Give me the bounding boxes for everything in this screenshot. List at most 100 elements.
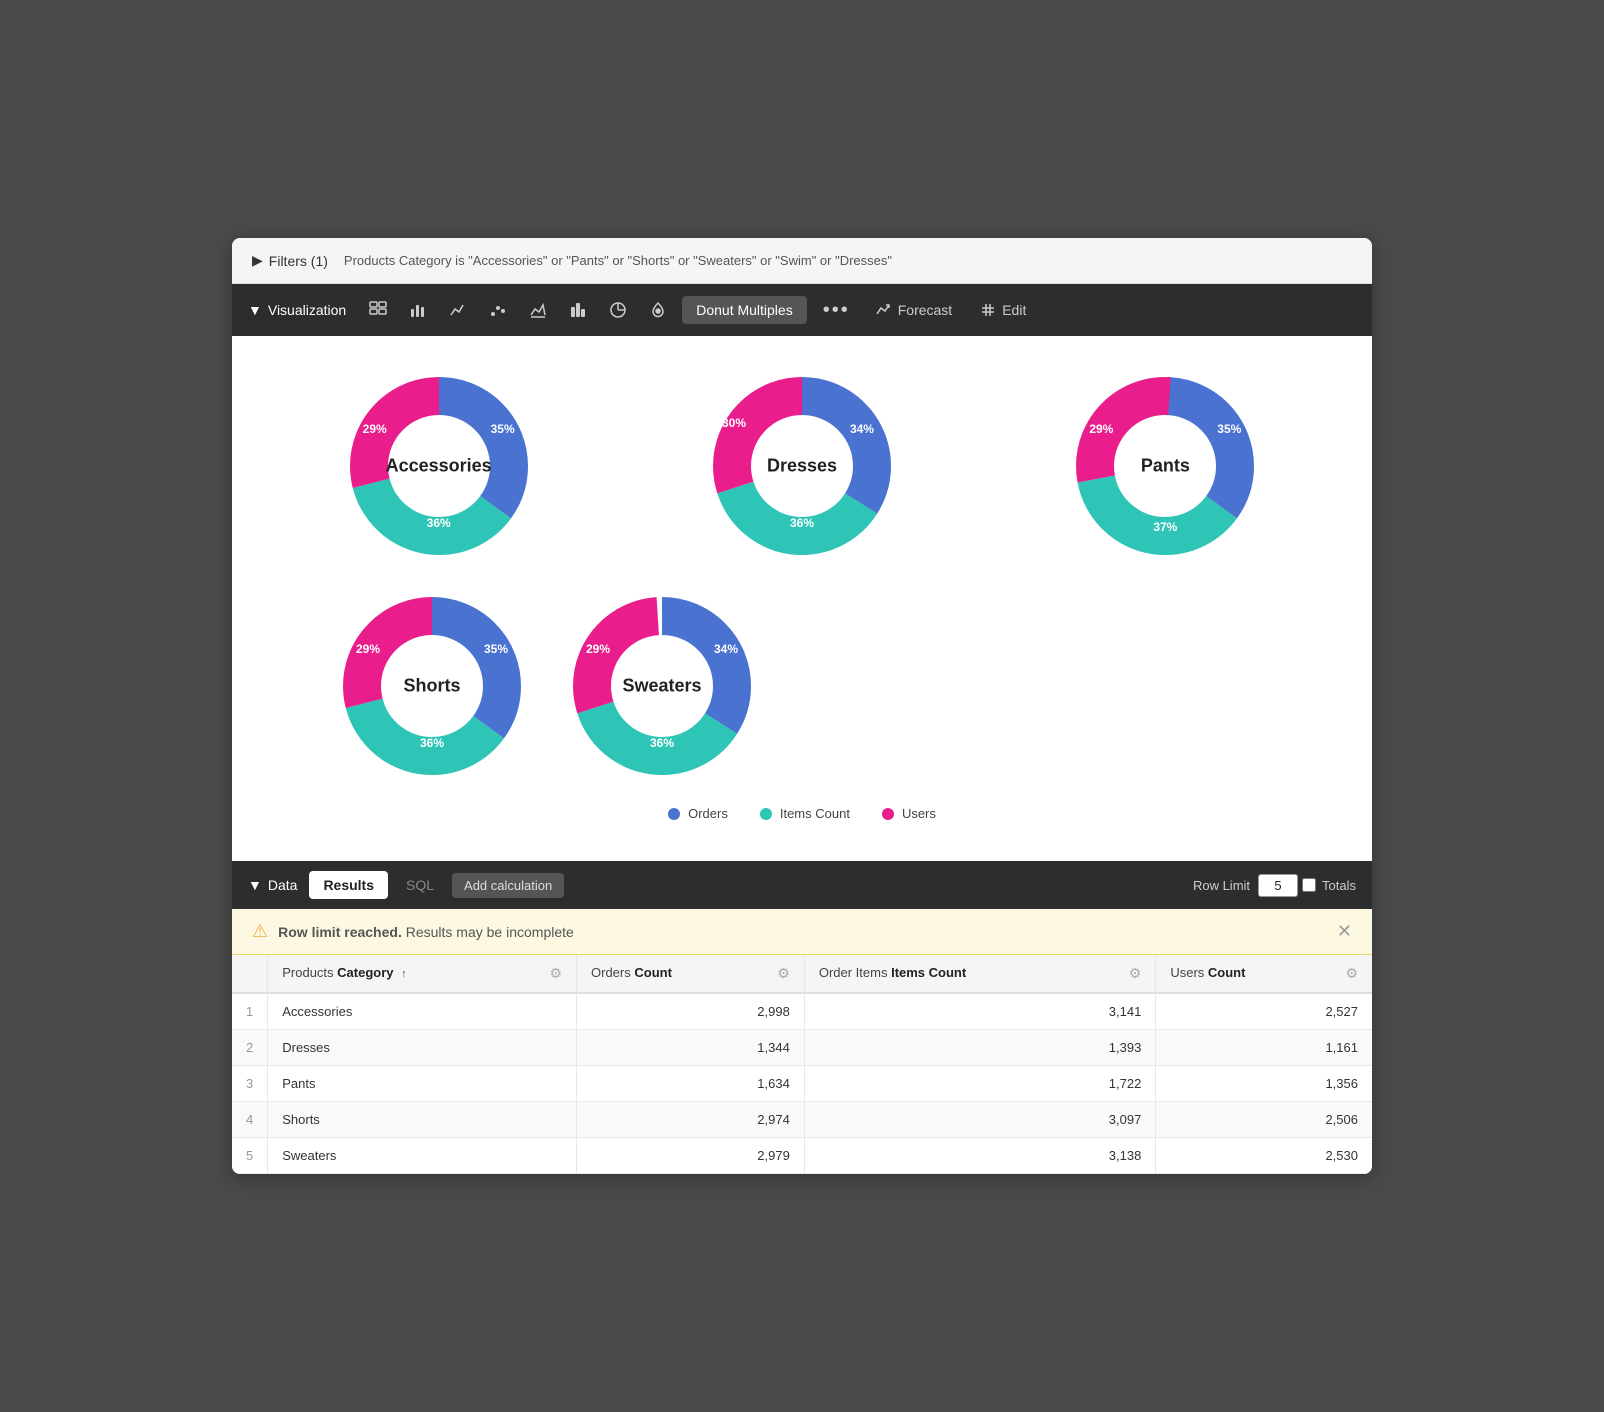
cell-orders: 2,998: [577, 993, 805, 1030]
pct-items-dresses: 36%: [790, 516, 814, 530]
legend-label-items: Items Count: [780, 806, 850, 821]
data-toolbar: ▼ Data Results SQL Add calculation Row L…: [232, 861, 1372, 909]
totals-label: Totals: [1322, 878, 1356, 893]
th-items-count: Order Items Items Count ⚙: [804, 955, 1156, 993]
pct-users-shorts: 29%: [356, 642, 380, 656]
viz-toggle[interactable]: ▼ Visualization: [248, 302, 346, 318]
table-icon-btn[interactable]: [362, 294, 394, 326]
gear-icon-users[interactable]: ⚙: [1345, 965, 1358, 982]
more-options-btn[interactable]: •••: [815, 299, 858, 322]
chevron-down-icon-data: ▼: [248, 877, 262, 893]
donut-multiples-btn[interactable]: Donut Multiples: [682, 296, 807, 324]
warning-bar: ⚠ Row limit reached. Results may be inco…: [232, 909, 1372, 955]
donut-label-dresses: Dresses: [767, 456, 837, 477]
legend-orders: Orders: [668, 806, 728, 821]
gear-icon-items[interactable]: ⚙: [1129, 965, 1142, 982]
cell-category: Dresses: [268, 1030, 577, 1066]
cell-orders: 1,344: [577, 1030, 805, 1066]
donut-dresses: Dresses 34% 36% 30%: [635, 366, 968, 566]
tab-results[interactable]: Results: [309, 871, 388, 899]
row-limit-label: Row Limit: [1193, 878, 1250, 893]
cell-category: Shorts: [268, 1102, 577, 1138]
pct-users-accessories: 29%: [363, 422, 387, 436]
th-rownum: [232, 955, 268, 993]
pct-orders-accessories: 35%: [491, 422, 515, 436]
edit-btn[interactable]: Edit: [970, 296, 1036, 324]
pct-items-shorts: 36%: [420, 736, 444, 750]
cell-orders: 2,979: [577, 1138, 805, 1174]
totals-section: Totals: [1302, 878, 1356, 893]
forecast-icon: [876, 302, 892, 318]
row-limit-input[interactable]: [1258, 874, 1298, 897]
data-toggle[interactable]: ▼ Data: [248, 877, 297, 893]
viz-toggle-label: Visualization: [268, 302, 346, 318]
cell-users: 2,527: [1156, 993, 1372, 1030]
filter-toggle[interactable]: ▶ Filters (1): [252, 252, 328, 269]
donut-label-accessories: Accessories: [386, 456, 492, 477]
legend-users: Users: [882, 806, 936, 821]
donut-row-1: Accessories 35% 36% 29% Dresses 34%: [272, 366, 1332, 566]
totals-checkbox[interactable]: [1302, 878, 1316, 892]
cell-users: 2,530: [1156, 1138, 1372, 1174]
line-chart-icon-btn[interactable]: [442, 294, 474, 326]
table-row: 3 Pants 1,634 1,722 1,356: [232, 1066, 1372, 1102]
th-users-count: Users Count ⚙: [1156, 955, 1372, 993]
bar-chart-icon-btn[interactable]: [402, 294, 434, 326]
legend-dot-orders: [668, 808, 680, 820]
chart-legend: Orders Items Count Users: [272, 796, 1332, 841]
scatter-icon-btn[interactable]: [482, 294, 514, 326]
cell-users: 1,161: [1156, 1030, 1372, 1066]
cell-items: 3,141: [804, 993, 1156, 1030]
chevron-down-icon: ▼: [248, 302, 262, 318]
donut-sweaters: Sweaters 34% 36% 29%: [562, 586, 762, 786]
tab-sql[interactable]: SQL: [392, 871, 448, 899]
cell-category: Accessories: [268, 993, 577, 1030]
edit-icon: [980, 302, 996, 318]
cell-users: 1,356: [1156, 1066, 1372, 1102]
warning-normal: Results may be incomplete: [406, 924, 574, 940]
sort-arrow-icon: ↑: [401, 968, 407, 980]
main-container: ▶ Filters (1) Products Category is "Acce…: [232, 238, 1372, 1174]
table-body: 1 Accessories 2,998 3,141 2,527 2 Dresse…: [232, 993, 1372, 1174]
cell-rownum: 2: [232, 1030, 268, 1066]
filter-bar: ▶ Filters (1) Products Category is "Acce…: [232, 238, 1372, 284]
warning-bold: Row limit reached.: [278, 924, 402, 940]
pct-orders-pants: 35%: [1217, 422, 1241, 436]
donut-label-sweaters: Sweaters: [622, 676, 701, 697]
cell-rownum: 1: [232, 993, 268, 1030]
cell-items: 3,138: [804, 1138, 1156, 1174]
forecast-label: Forecast: [898, 302, 952, 318]
cell-category: Sweaters: [268, 1138, 577, 1174]
legend-label-users: Users: [902, 806, 936, 821]
data-section: ▼ Data Results SQL Add calculation Row L…: [232, 861, 1372, 1174]
forecast-btn[interactable]: Forecast: [866, 296, 962, 324]
pct-orders-sweaters: 34%: [714, 642, 738, 656]
area-chart-icon-btn[interactable]: [522, 294, 554, 326]
edit-label: Edit: [1002, 302, 1026, 318]
column-chart-icon-btn[interactable]: [562, 294, 594, 326]
table-row: 1 Accessories 2,998 3,141 2,527: [232, 993, 1372, 1030]
gear-icon-category[interactable]: ⚙: [549, 965, 562, 982]
pct-items-sweaters: 36%: [650, 736, 674, 750]
table-row: 5 Sweaters 2,979 3,138 2,530: [232, 1138, 1372, 1174]
donut-shorts: Shorts 35% 36% 29%: [332, 586, 532, 786]
warning-close-btn[interactable]: ✕: [1337, 921, 1352, 942]
cell-users: 2,506: [1156, 1102, 1372, 1138]
cell-rownum: 5: [232, 1138, 268, 1174]
donut-row-2: Shorts 35% 36% 29% Sweaters 34%: [272, 586, 1332, 796]
donut-pants: Pants 35% 37% 29%: [999, 366, 1332, 566]
map-icon-btn[interactable]: [642, 294, 674, 326]
filter-text: Products Category is "Accessories" or "P…: [344, 253, 892, 268]
cell-rownum: 3: [232, 1066, 268, 1102]
th-orders-count: Orders Count ⚙: [577, 955, 805, 993]
table-header-row: Products Category ↑ ⚙ Orders Count ⚙ Ord…: [232, 955, 1372, 993]
gear-icon-orders[interactable]: ⚙: [777, 965, 790, 982]
donut-label-shorts: Shorts: [403, 676, 460, 697]
legend-label-orders: Orders: [688, 806, 728, 821]
data-toggle-label: Data: [268, 877, 298, 893]
filter-toggle-label: Filters (1): [269, 253, 328, 269]
cell-orders: 2,974: [577, 1102, 805, 1138]
pie-chart-icon-btn[interactable]: [602, 294, 634, 326]
cell-rownum: 4: [232, 1102, 268, 1138]
add-calculation-btn[interactable]: Add calculation: [452, 873, 564, 898]
